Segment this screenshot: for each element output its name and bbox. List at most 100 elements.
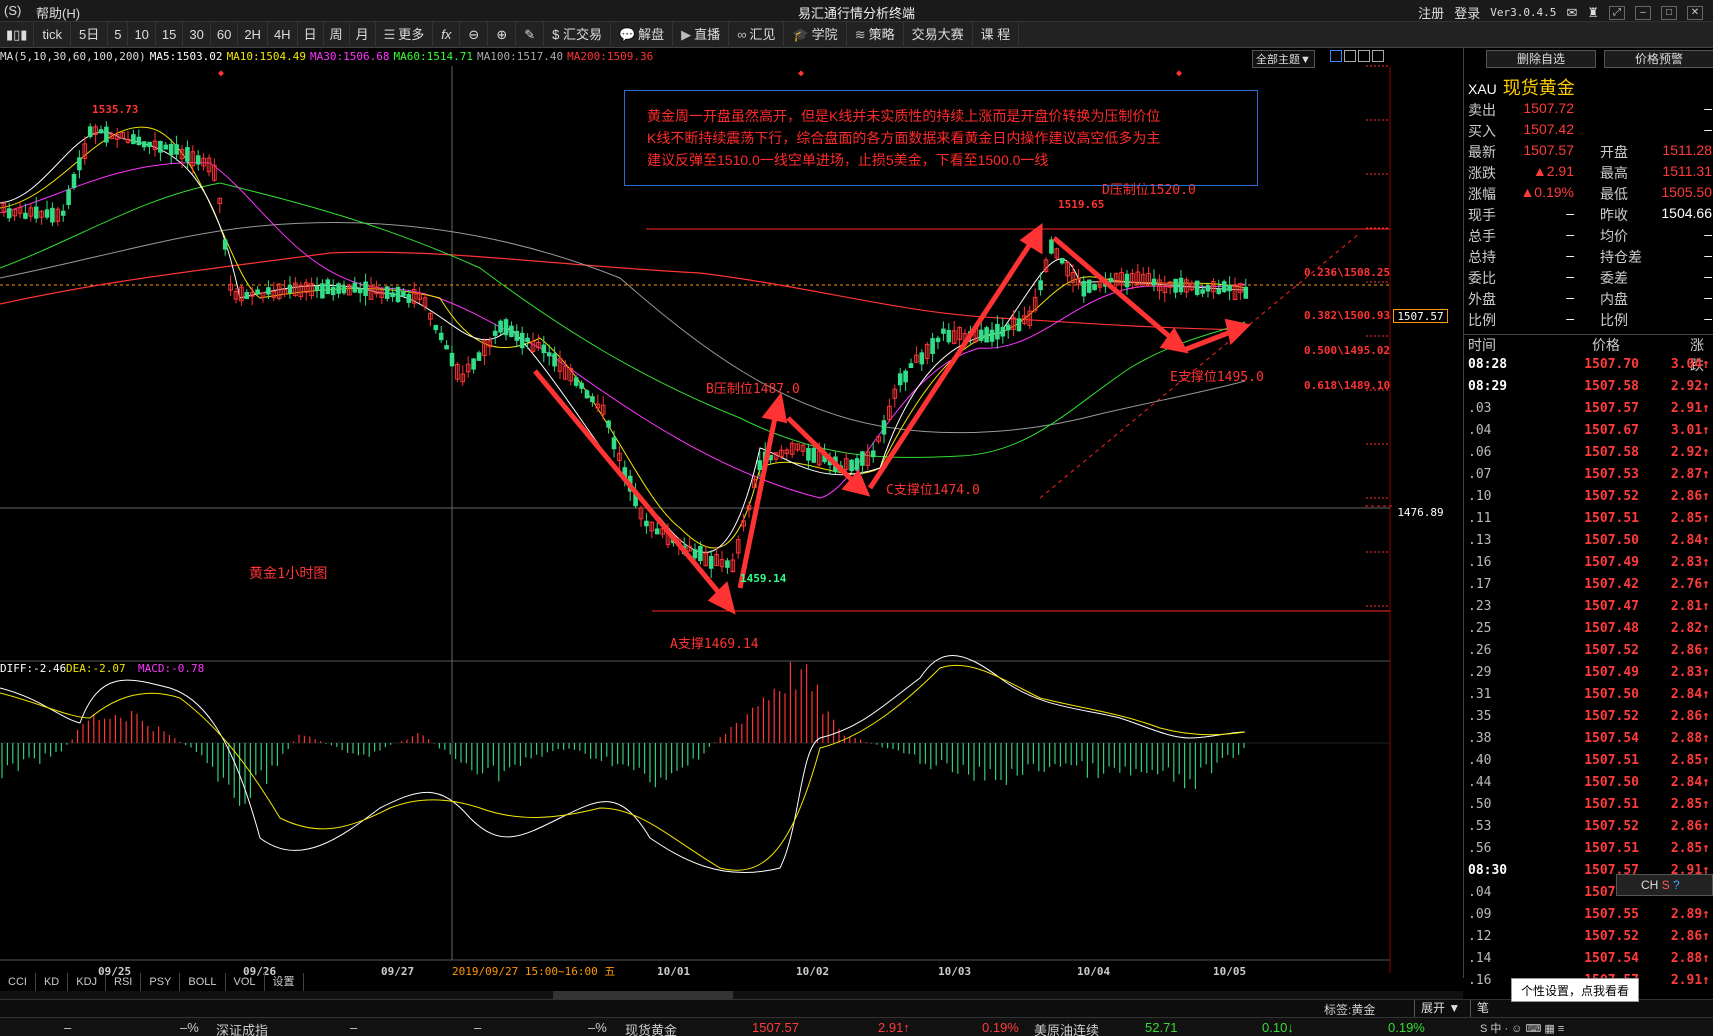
ma10-line (0, 126, 1246, 549)
tick-row: .40 1507.51 2.85↑ (1464, 753, 1713, 775)
tick-row: .17 1507.42 2.76↑ (1464, 577, 1713, 599)
tick-price: 1507.54 (1584, 951, 1639, 966)
zoom-in-icon[interactable]: ⊕ (488, 21, 517, 48)
tick-time: .13 (1468, 533, 1492, 548)
tb-trade[interactable]: $ 汇交易 (544, 21, 611, 48)
tb-contest[interactable]: 交易大赛 (904, 21, 973, 48)
tb-month[interactable]: 月 (350, 21, 376, 48)
minimize-icon[interactable]: – (1635, 5, 1651, 20)
tb-course[interactable]: 课 程 (973, 21, 1020, 48)
price-chart[interactable]: ◆ ◆ ◆ 1535.73 1459.14 1519.65 黄金1小时图 A支撑… (0, 48, 1395, 978)
layout-grid-icon[interactable] (1330, 50, 1342, 62)
candle-body (579, 382, 584, 389)
tb-strategy[interactable]: ≋ 策略 (847, 21, 904, 48)
quote-label-2: 均价 (1600, 228, 1628, 244)
tb-academy[interactable]: 🎓 学院 (784, 21, 847, 48)
candle-body (449, 352, 455, 367)
candle-body (1005, 324, 1011, 331)
tick-row: .38 1507.54 2.88↑ (1464, 731, 1713, 753)
status-gold[interactable]: 现货黄金 (625, 1020, 677, 1036)
delete-watchlist-button[interactable]: 删除自选 (1486, 50, 1596, 68)
pen-icon[interactable]: ✎ (516, 21, 545, 48)
register-link[interactable]: 注册 (1418, 3, 1444, 22)
tick-price: 1507.52 (1584, 643, 1639, 658)
tb-5day[interactable]: 5日 (71, 21, 109, 48)
status-crude[interactable]: 美原油连续 (1034, 1020, 1099, 1036)
candle-body (1221, 281, 1227, 293)
shirt-icon[interactable]: ♜ (1587, 5, 1599, 21)
tb-day[interactable]: 日 (298, 21, 324, 48)
tick-row: .09 1507.55 2.89↑ (1464, 907, 1713, 929)
login-link[interactable]: 登录 (1454, 3, 1480, 22)
arrow-b-head (761, 392, 788, 424)
pen-button[interactable]: 笔 (1470, 1000, 1495, 1017)
candle-body (174, 144, 179, 155)
indicator-tab[interactable]: BOLL (180, 973, 226, 991)
tb-15[interactable]: 15 (156, 21, 184, 48)
status-bar: – –% 深证成指 – – –% 现货黄金 1507.57 2.91↑ 0.19… (0, 1017, 1713, 1036)
chat-icon: 💬 (618, 26, 636, 42)
tick-change: 2.86↑ (1670, 709, 1710, 724)
candle-body (708, 555, 714, 569)
quote-value: – (1566, 226, 1574, 242)
tick-change: 2.92↑ (1670, 445, 1710, 460)
tb-30[interactable]: 30 (183, 21, 211, 48)
tb-tick[interactable]: tick (34, 21, 71, 48)
indicator-tab[interactable]: KD (36, 973, 69, 991)
tick-time: .40 (1468, 753, 1492, 768)
indicator-tab[interactable]: VOL (226, 973, 265, 991)
tb-insight[interactable]: ∞ 汇见 (729, 21, 785, 48)
candle-body (498, 320, 503, 333)
tb-week[interactable]: 周 (324, 21, 350, 48)
candle-body (1108, 277, 1114, 282)
quote-value-2: – (1704, 289, 1712, 305)
e-support-label: E支撑位1495.0 (1170, 370, 1264, 385)
close-icon[interactable]: ✕ (1687, 5, 1703, 20)
candle-body (244, 292, 250, 300)
tb-live[interactable]: ▶ 直播 (673, 21, 730, 48)
candle-body (811, 447, 817, 463)
title-bar: (S) 帮助(H) 易汇通行情分析终端 注册 登录 Ver3.0.4.5 ✉ ♜… (0, 0, 1713, 22)
indicator-tab[interactable]: KDJ (68, 973, 107, 991)
price-alert-button[interactable]: 价格预警 (1604, 50, 1713, 68)
tb-60[interactable]: 60 (211, 21, 239, 48)
quote-row: 委比 – 委差 – (1464, 268, 1713, 289)
tb-fx[interactable]: fx (433, 21, 461, 48)
candle-body (903, 370, 908, 383)
tick-row: .29 1507.49 2.83↑ (1464, 665, 1713, 687)
indicator-tab[interactable]: RSI (106, 973, 142, 991)
status-input-icons[interactable]: S 中 · ☺ ⌨ ▦ ≡ (1480, 1020, 1564, 1036)
tb-10[interactable]: 10 (128, 21, 156, 48)
theme-selector[interactable]: 全部主题▼ (1252, 50, 1315, 68)
layout-split-icon[interactable] (1344, 50, 1356, 62)
chart-style-icon[interactable]: ▮▯▮ (0, 21, 35, 48)
layout-single-icon[interactable] (1358, 50, 1370, 62)
macd-macd-legend: MACD:-0.78 (138, 662, 204, 675)
indicator-tab[interactable]: 设置 (265, 973, 304, 991)
mail-icon[interactable]: ✉ (1566, 5, 1577, 21)
tick-time: .29 (1468, 665, 1492, 680)
scroll-thumb[interactable] (553, 991, 733, 999)
indicator-tab[interactable]: CCI (0, 973, 36, 991)
tb-more[interactable]: ☰ 更多 (376, 21, 434, 48)
quote-label: 总持 (1468, 249, 1496, 265)
ime-bar[interactable]: CH S ? (1616, 874, 1713, 896)
status-szse[interactable]: 深证成指 (216, 1020, 268, 1036)
maximize-icon[interactable]: □ (1661, 5, 1677, 20)
candle-body (71, 174, 77, 189)
high-mark: 1535.73 (92, 103, 138, 116)
tb-analysis[interactable]: 💬 解盘 (611, 21, 674, 48)
tb-2h[interactable]: 2H (238, 21, 268, 48)
analysis-line-1: 黄金周一开盘虽然高开，但是K线并未实质性的持续上涨而是开盘价转换为压制价位 (647, 108, 1161, 124)
indicator-tab[interactable]: PSY (141, 973, 181, 991)
tb-5[interactable]: 5 (108, 21, 129, 48)
restore-icon[interactable]: ⤢ (1609, 5, 1625, 20)
tick-time: 08:29 (1468, 379, 1508, 394)
zoom-out-icon[interactable]: ⊖ (460, 21, 489, 48)
personalize-tooltip[interactable]: 个性设置，点我看看 (1511, 978, 1639, 1002)
tb-4h[interactable]: 4H (268, 21, 298, 48)
layout-full-icon[interactable] (1372, 50, 1384, 62)
diamond-marker-2: ◆ (798, 68, 804, 79)
candle-body (168, 144, 174, 156)
expand-button[interactable]: 展开 ▼ (1414, 1000, 1466, 1017)
